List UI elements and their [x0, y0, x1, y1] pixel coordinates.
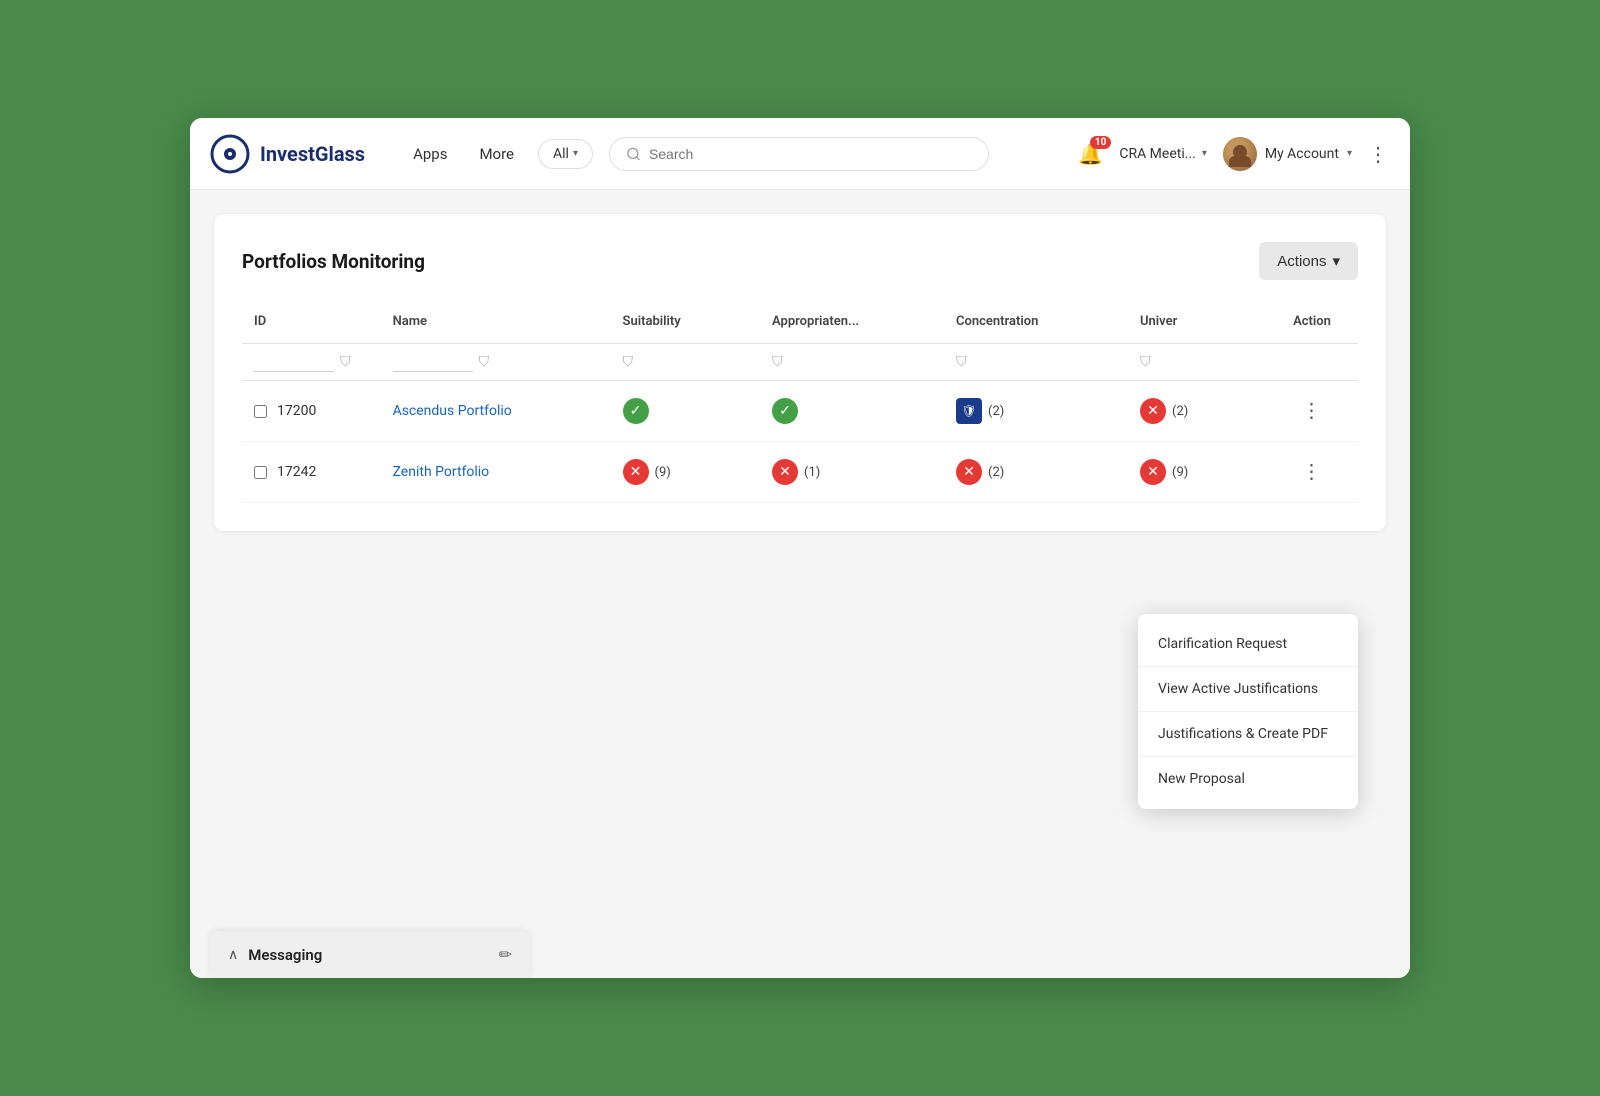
- row2-suitability-count: (9): [655, 465, 671, 480]
- row2-id: 17242: [277, 464, 316, 480]
- messaging-chevron-icon: ∧: [228, 947, 238, 963]
- id-filter-input[interactable]: [254, 352, 334, 372]
- row2-portfolio-name[interactable]: Zenith Portfolio: [393, 464, 490, 480]
- col-header-name: Name: [381, 304, 611, 344]
- notification-bell[interactable]: 🔔 10: [1078, 142, 1103, 166]
- row2-universe-count: (9): [1172, 465, 1188, 480]
- name-filter-wrap[interactable]: ⛉: [393, 352, 599, 372]
- messaging-edit-icon[interactable]: ✏: [499, 945, 512, 964]
- col-header-universe: Univer: [1128, 304, 1266, 344]
- row1-concentration-count: (2): [988, 404, 1004, 419]
- search-box[interactable]: [609, 137, 989, 171]
- appropriateness-filter-icon: ⛉: [772, 354, 783, 370]
- table-row: 17200 Ascendus Portfolio ✓: [242, 381, 1358, 442]
- workspace-selector[interactable]: CRA Meeti... ▾: [1119, 146, 1207, 162]
- name-filter-input[interactable]: [393, 352, 473, 372]
- col-header-id: ID: [242, 304, 381, 344]
- row1-appropriateness-ok-icon: ✓: [772, 398, 798, 424]
- row1-portfolio-name[interactable]: Ascendus Portfolio: [393, 403, 512, 419]
- account-selector[interactable]: My Account ▾: [1223, 137, 1352, 171]
- app-name: InvestGlass: [260, 142, 365, 166]
- action-dropdown-menu: Clarification Request View Active Justif…: [1138, 614, 1358, 809]
- col-header-suitability: Suitability: [611, 304, 760, 344]
- id-filter-icon: ⛉: [340, 354, 351, 370]
- messaging-bar[interactable]: ∧ Messaging ✏: [210, 931, 530, 978]
- row1-concentration: 🛡 (2): [956, 398, 1116, 424]
- row1-universe: ✕ (2): [1140, 398, 1254, 424]
- id-filter-wrap[interactable]: ⛉: [254, 352, 369, 372]
- name-filter-icon: ⛉: [479, 354, 490, 370]
- row2-universe: ✕ (9): [1140, 459, 1254, 485]
- row2-appropriateness-count: (1): [804, 465, 820, 480]
- card-header: Portfolios Monitoring Actions ▾: [242, 242, 1358, 280]
- actions-chevron-icon: ▾: [1332, 252, 1340, 270]
- dropdown-item-new-proposal[interactable]: New Proposal: [1138, 757, 1358, 801]
- universe-filter-icon: ⛉: [1140, 354, 1151, 370]
- search-input[interactable]: [649, 146, 972, 162]
- nav-apps[interactable]: Apps: [405, 141, 455, 167]
- main-content: Portfolios Monitoring Actions ▾ ID Name …: [190, 190, 1410, 924]
- table-row: 17242 Zenith Portfolio ✕ (9): [242, 442, 1358, 503]
- row2-appropriateness: ✕ (1): [772, 459, 932, 485]
- row2-suitability: ✕ (9): [623, 459, 748, 485]
- row2-action-button[interactable]: ⋮: [1293, 458, 1330, 486]
- notification-badge: 10: [1090, 136, 1111, 149]
- avatar: [1223, 137, 1257, 171]
- nav-more[interactable]: More: [471, 141, 522, 167]
- messaging-title: Messaging: [248, 946, 322, 964]
- search-icon: [626, 146, 641, 162]
- filter-row: ⛉ ⛉ ⛉ ⛉ ⛉ ⛉: [242, 344, 1358, 381]
- page-title: Portfolios Monitoring: [242, 250, 425, 273]
- row1-appropriateness: ✓: [772, 398, 932, 424]
- messaging-left: ∧ Messaging: [228, 946, 322, 964]
- table-header-row: ID Name Suitability Appropriaten... Conc…: [242, 304, 1358, 344]
- table-container: ID Name Suitability Appropriaten... Conc…: [242, 304, 1358, 503]
- portfolios-card: Portfolios Monitoring Actions ▾ ID Name …: [214, 214, 1386, 531]
- investglass-logo-icon: [210, 134, 250, 174]
- row1-universe-error-icon: ✕: [1140, 398, 1166, 424]
- row1-universe-count: (2): [1172, 404, 1188, 419]
- col-header-action: Action: [1266, 304, 1358, 344]
- account-label: My Account: [1265, 146, 1339, 162]
- row1-suitability: ✓: [623, 398, 748, 424]
- more-options-icon[interactable]: ⋮: [1368, 142, 1390, 166]
- portfolios-table: ID Name Suitability Appropriaten... Conc…: [242, 304, 1358, 503]
- filter-chevron-icon: ▾: [573, 148, 578, 159]
- navbar: InvestGlass Apps More All ▾ 🔔 10 CRA Mee…: [190, 118, 1410, 190]
- col-header-appropriateness: Appropriaten...: [760, 304, 944, 344]
- dropdown-item-view-justifications[interactable]: View Active Justifications: [1138, 667, 1358, 711]
- row1-concentration-shield-icon: 🛡: [956, 398, 982, 424]
- row1-suitability-ok-icon: ✓: [623, 398, 649, 424]
- actions-button[interactable]: Actions ▾: [1259, 242, 1358, 280]
- dropdown-item-create-pdf[interactable]: Justifications & Create PDF: [1138, 712, 1358, 756]
- row2-concentration: ✕ (2): [956, 459, 1116, 485]
- row1-checkbox[interactable]: [254, 405, 267, 418]
- filter-dropdown[interactable]: All ▾: [538, 139, 593, 169]
- row2-universe-error-icon: ✕: [1140, 459, 1166, 485]
- row2-suitability-error-icon: ✕: [623, 459, 649, 485]
- logo-area[interactable]: InvestGlass: [210, 134, 365, 174]
- col-header-concentration: Concentration: [944, 304, 1128, 344]
- row1-id: 17200: [277, 403, 316, 419]
- suitability-filter-icon: ⛉: [623, 354, 634, 370]
- row2-appropriateness-error-icon: ✕: [772, 459, 798, 485]
- nav-right: 🔔 10 CRA Meeti... ▾ My Account ▾ ⋮: [1078, 137, 1390, 171]
- concentration-filter-icon: ⛉: [956, 354, 967, 370]
- dropdown-item-clarification[interactable]: Clarification Request: [1138, 622, 1358, 666]
- workspace-chevron-icon: ▾: [1202, 148, 1207, 159]
- row2-concentration-error-icon: ✕: [956, 459, 982, 485]
- row2-concentration-count: (2): [988, 465, 1004, 480]
- account-chevron-icon: ▾: [1347, 148, 1352, 159]
- row1-action-button[interactable]: ⋮: [1293, 397, 1330, 425]
- row2-checkbox[interactable]: [254, 466, 267, 479]
- workspace-label: CRA Meeti...: [1119, 146, 1195, 162]
